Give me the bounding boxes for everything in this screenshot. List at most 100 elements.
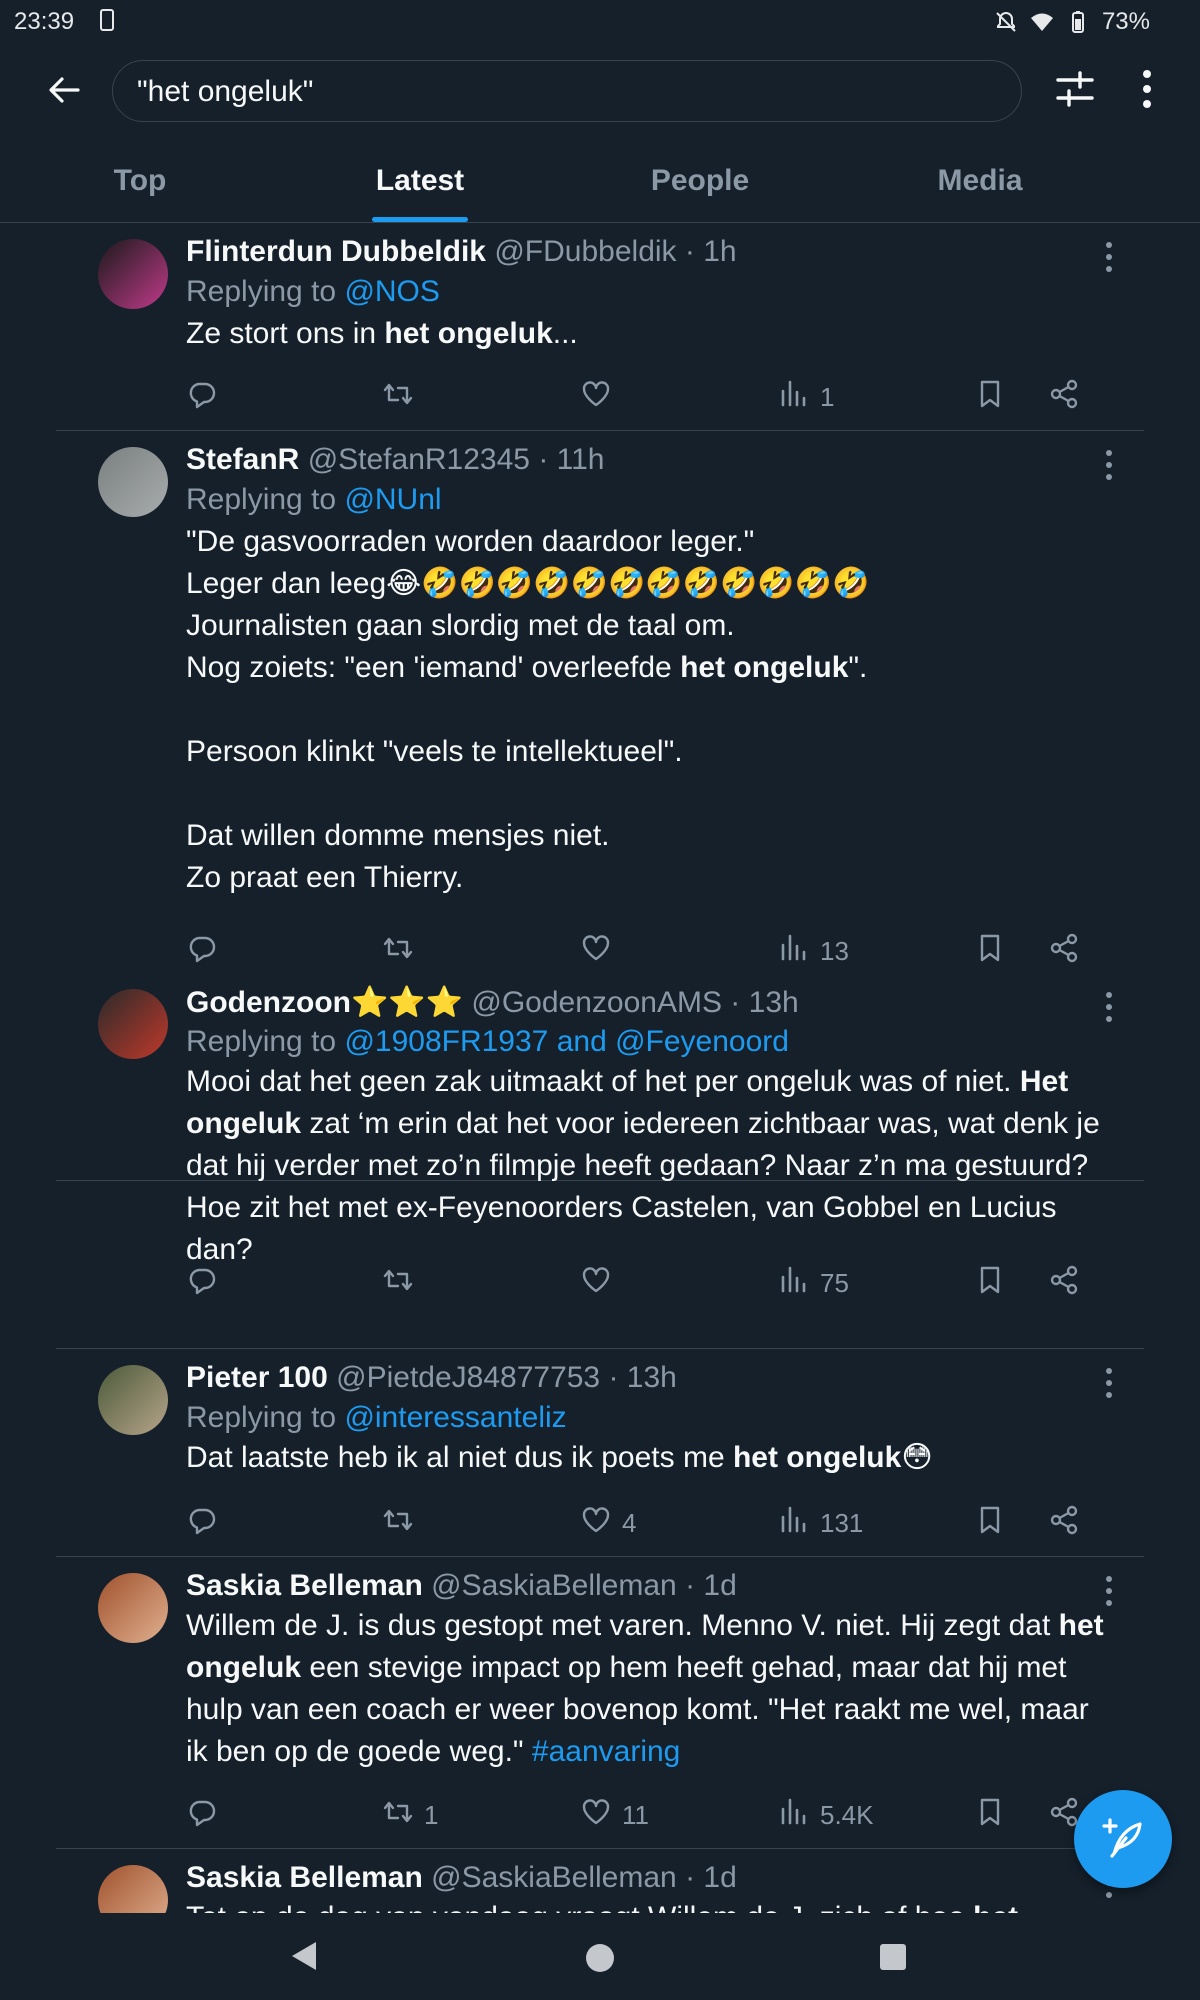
replying-to-label: Replying to xyxy=(186,275,337,308)
like-button[interactable] xyxy=(580,931,622,971)
views-chart-icon xyxy=(778,1504,810,1543)
search-tabs: Top Latest People Media xyxy=(0,150,1200,223)
tweet-header: Saskia Belleman @SaskiaBelleman · 1d xyxy=(186,1861,737,1895)
avatar[interactable] xyxy=(98,1365,168,1435)
author-handle[interactable]: @GodenzoonAMS xyxy=(471,986,722,1019)
reply-button[interactable] xyxy=(186,1503,218,1543)
share-button[interactable] xyxy=(1048,1263,1080,1303)
back-arrow-icon[interactable] xyxy=(44,70,84,110)
retweet-icon xyxy=(382,378,414,417)
replying-to-link[interactable]: @NOS xyxy=(344,275,439,308)
bookmark-button[interactable] xyxy=(974,931,1006,971)
replying-to-link[interactable]: @interessanteliz xyxy=(344,1401,566,1434)
views-count: 13 xyxy=(820,935,849,966)
nav-back-icon[interactable] xyxy=(290,1940,318,1972)
author-handle[interactable]: @SaskiaBelleman xyxy=(431,1861,677,1894)
tweet-actions: 1 11 5.4K xyxy=(0,1795,1200,1835)
views-button[interactable]: 131 xyxy=(778,1503,863,1543)
like-count: 4 xyxy=(622,1507,637,1538)
author-name[interactable]: StefanR xyxy=(186,443,299,476)
tweet-more-icon[interactable] xyxy=(1096,1573,1122,1609)
tweet-more-icon[interactable] xyxy=(1096,1365,1122,1401)
replying-to-link[interactable]: @1908FR1937 and @Feyenoord xyxy=(344,1025,789,1058)
active-tab-indicator xyxy=(372,217,468,222)
tab-top[interactable]: Top xyxy=(40,150,240,222)
more-options-icon[interactable] xyxy=(1130,68,1164,110)
tweet-more-icon[interactable] xyxy=(1096,989,1122,1025)
tweet-header: Saskia Belleman @SaskiaBelleman · 1d xyxy=(186,1569,737,1603)
search-input[interactable] xyxy=(135,61,999,123)
tweet-time: 1d xyxy=(703,1861,737,1894)
avatar[interactable] xyxy=(98,1573,168,1643)
heart-icon xyxy=(580,1796,612,1835)
reply-button[interactable] xyxy=(186,1795,218,1835)
tweet[interactable]: Saskia Belleman @SaskiaBelleman · 1d Will… xyxy=(0,1557,1200,1849)
views-count: 75 xyxy=(820,1267,849,1298)
bookmark-button[interactable] xyxy=(974,1795,1006,1835)
tweet-header: Pieter 100 @PietdeJ84877753 · 13h xyxy=(186,1361,677,1395)
like-button[interactable]: 11 xyxy=(580,1795,649,1835)
bookmark-button[interactable] xyxy=(974,1503,1006,1543)
tweet[interactable]: Saskia Belleman @SaskiaBelleman · 1d Tot … xyxy=(0,1849,1200,1913)
tweet-more-icon[interactable] xyxy=(1096,447,1122,483)
meta-separator: · xyxy=(600,1361,627,1394)
author-handle[interactable]: @StefanR12345 xyxy=(308,443,530,476)
retweet-button[interactable] xyxy=(382,1503,424,1543)
wifi-icon xyxy=(1030,13,1053,31)
reply-button[interactable] xyxy=(186,1263,218,1303)
search-filter-icon[interactable] xyxy=(1054,68,1096,110)
author-handle[interactable]: @PietdeJ84877753 xyxy=(336,1361,600,1394)
author-name[interactable]: Pieter 100 xyxy=(186,1361,328,1394)
tweet[interactable]: Godenzoon⭐⭐⭐ @GodenzoonAMS · 13h Replying… xyxy=(0,973,1200,1349)
reply-button[interactable] xyxy=(186,377,218,417)
tweet-actions: 75 xyxy=(0,1263,1200,1303)
views-button[interactable]: 75 xyxy=(778,1263,849,1303)
author-name[interactable]: Godenzoon⭐⭐⭐ xyxy=(186,986,463,1019)
battery-icon xyxy=(1071,11,1084,33)
search-box[interactable] xyxy=(112,60,1022,123)
like-button[interactable]: 4 xyxy=(580,1503,636,1543)
like-button[interactable] xyxy=(580,377,622,417)
views-chart-icon xyxy=(778,1796,810,1835)
share-button[interactable] xyxy=(1048,931,1080,971)
tweet-time: 13h xyxy=(748,986,799,1019)
tab-media[interactable]: Media xyxy=(880,150,1080,222)
retweet-button[interactable] xyxy=(382,1263,424,1303)
share-icon xyxy=(1048,932,1080,971)
retweet-button[interactable] xyxy=(382,931,424,971)
like-button[interactable] xyxy=(580,1263,622,1303)
retweet-button[interactable] xyxy=(382,377,424,417)
avatar[interactable] xyxy=(98,1865,168,1913)
tab-latest[interactable]: Latest xyxy=(320,150,520,222)
author-name[interactable]: Saskia Belleman xyxy=(186,1861,423,1894)
retweet-icon xyxy=(382,1504,414,1543)
tweet-more-icon[interactable] xyxy=(1096,239,1122,275)
reply-icon xyxy=(186,1264,218,1303)
bookmark-button[interactable] xyxy=(974,1263,1006,1303)
author-handle[interactable]: @FDubbeldik xyxy=(494,235,676,268)
views-button[interactable]: 5.4K xyxy=(778,1795,874,1835)
heart-icon xyxy=(580,1504,612,1543)
avatar[interactable] xyxy=(98,239,168,309)
tweet-feed[interactable]: Flinterdun Dubbeldik @FDubbeldik · 1h Rep… xyxy=(0,223,1200,1913)
views-button[interactable]: 1 xyxy=(778,377,834,417)
tweet[interactable]: Pieter 100 @PietdeJ84877753 · 13h Replyin… xyxy=(0,1349,1200,1557)
replying-to-link[interactable]: @NUnl xyxy=(344,483,441,516)
author-handle[interactable]: @SaskiaBelleman xyxy=(431,1569,677,1602)
share-button[interactable] xyxy=(1048,377,1080,417)
tab-people[interactable]: People xyxy=(600,150,800,222)
share-button[interactable] xyxy=(1048,1503,1080,1543)
author-name[interactable]: Saskia Belleman xyxy=(186,1569,423,1602)
views-button[interactable]: 13 xyxy=(778,931,849,971)
nav-home-icon[interactable] xyxy=(586,1944,614,1972)
bookmark-button[interactable] xyxy=(974,377,1006,417)
author-name[interactable]: Flinterdun Dubbeldik xyxy=(186,235,486,268)
retweet-button[interactable]: 1 xyxy=(382,1795,438,1835)
tweet-time: 1d xyxy=(703,1569,737,1602)
reply-button[interactable] xyxy=(186,931,218,971)
nav-recents-icon[interactable] xyxy=(880,1944,906,1970)
compose-tweet-button[interactable] xyxy=(1074,1790,1172,1888)
avatar[interactable] xyxy=(98,989,168,1059)
tweet[interactable]: Flinterdun Dubbeldik @FDubbeldik · 1h Rep… xyxy=(0,223,1200,431)
avatar[interactable] xyxy=(98,447,168,517)
